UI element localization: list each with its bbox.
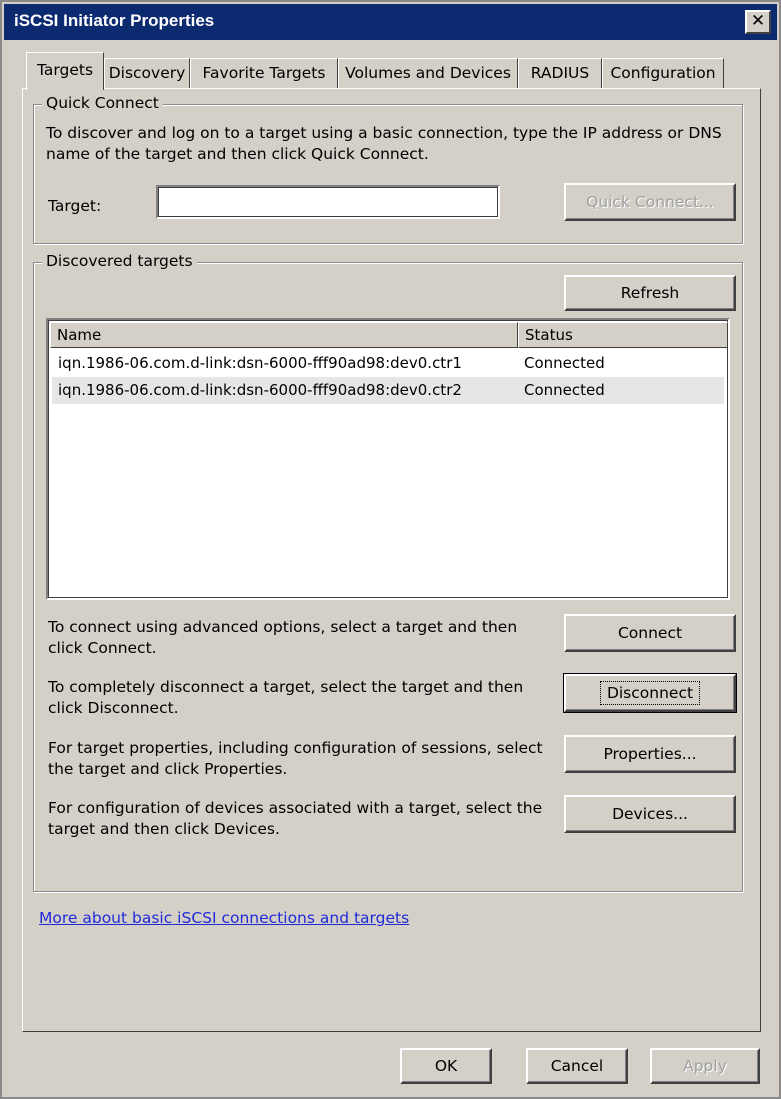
close-icon: ✕ <box>750 11 766 31</box>
column-header-status[interactable]: Status <box>518 322 728 348</box>
tab-targets[interactable]: Targets <box>26 52 104 90</box>
refresh-button[interactable]: Refresh <box>564 275 736 311</box>
discovered-targets-group: Discovered targets Refresh Name Status i… <box>33 252 743 892</box>
quick-connect-description: To discover and log on to a target using… <box>46 124 722 163</box>
target-input[interactable] <box>156 185 500 219</box>
quick-connect-group-label: Quick Connect <box>42 94 163 112</box>
list-header: Name Status <box>50 322 728 348</box>
target-status-cell: Connected <box>524 381 605 399</box>
discovered-targets-group-label: Discovered targets <box>42 252 197 270</box>
tab-configuration[interactable]: Configuration <box>602 58 724 88</box>
column-header-name[interactable]: Name <box>50 322 518 348</box>
properties-button[interactable]: Properties... <box>564 735 736 773</box>
close-button[interactable]: ✕ <box>745 10 771 34</box>
tab-favorite-targets[interactable]: Favorite Targets <box>190 58 338 88</box>
disconnect-button-label: Disconnect <box>599 681 701 705</box>
quick-connect-group: Quick Connect To discover and log on to … <box>33 94 743 244</box>
tab-radius[interactable]: RADIUS <box>518 58 602 88</box>
tab-volumes-and-devices[interactable]: Volumes and Devices <box>338 58 518 88</box>
cancel-button[interactable]: Cancel <box>526 1048 628 1084</box>
target-status-cell: Connected <box>524 354 605 372</box>
properties-instructions: For target properties, including configu… <box>48 739 543 778</box>
target-name-cell: iqn.1986-06.com.d-link:dsn-6000-fff90ad9… <box>58 381 462 399</box>
disconnect-button[interactable]: Disconnect <box>563 673 737 713</box>
target-name-cell: iqn.1986-06.com.d-link:dsn-6000-fff90ad9… <box>58 354 462 372</box>
quick-connect-button[interactable]: Quick Connect... <box>564 183 736 221</box>
connect-instructions: To connect using advanced options, selec… <box>48 618 518 657</box>
connect-button[interactable]: Connect <box>564 614 736 652</box>
devices-instructions: For configuration of devices associated … <box>48 799 543 838</box>
table-row[interactable]: iqn.1986-06.com.d-link:dsn-6000-fff90ad9… <box>52 377 724 404</box>
table-row[interactable]: iqn.1986-06.com.d-link:dsn-6000-fff90ad9… <box>52 350 724 377</box>
apply-button[interactable]: Apply <box>650 1048 760 1084</box>
disconnect-instructions: To completely disconnect a target, selec… <box>48 678 524 717</box>
devices-button[interactable]: Devices... <box>564 795 736 833</box>
title-bar[interactable]: iSCSI Initiator Properties ✕ <box>4 4 777 40</box>
iscsi-initiator-properties-dialog: iSCSI Initiator Properties ✕ Targets Dis… <box>0 0 781 1099</box>
targets-tab-panel: Quick Connect To discover and log on to … <box>22 88 761 1032</box>
discovered-targets-list[interactable]: Name Status iqn.1986-06.com.d-link:dsn-6… <box>46 318 730 600</box>
window-title: iSCSI Initiator Properties <box>14 11 215 30</box>
tab-discovery[interactable]: Discovery <box>104 58 190 88</box>
more-about-iscsi-link[interactable]: More about basic iSCSI connections and t… <box>39 909 409 927</box>
ok-button[interactable]: OK <box>400 1048 492 1084</box>
target-label: Target: <box>48 197 102 215</box>
